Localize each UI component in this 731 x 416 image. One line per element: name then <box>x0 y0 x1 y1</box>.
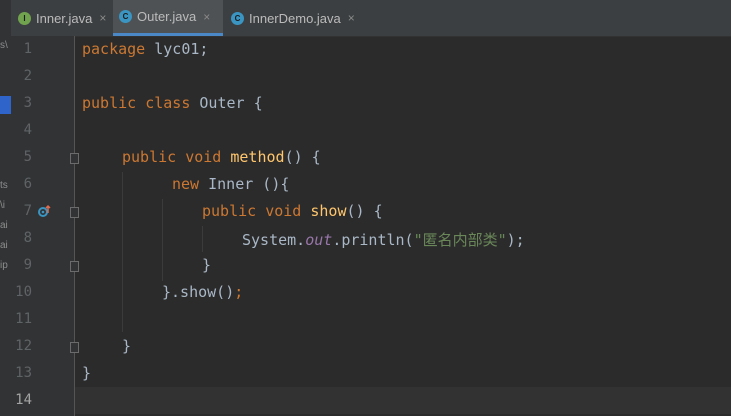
static-field: out <box>305 231 333 249</box>
editor-tab-bar: I Inner.java × C Outer.java × C InnerDem… <box>0 0 731 37</box>
code-line[interactable]: } <box>122 337 131 355</box>
code-text: } <box>82 364 92 382</box>
indent-guide <box>122 172 123 332</box>
code-line[interactable]: new Inner (){ <box>172 175 289 193</box>
code-line[interactable]: package lyc01; <box>82 40 208 58</box>
semicolon: ; <box>234 283 244 301</box>
line-number: 12 <box>15 338 32 354</box>
code-text: Inner (){ <box>199 175 290 193</box>
code-text: }.show() <box>162 283 235 301</box>
interface-icon: I <box>18 11 31 25</box>
line-number: 9 <box>23 257 32 273</box>
fold-marker[interactable] <box>70 342 79 353</box>
fold-marker[interactable] <box>70 207 79 218</box>
method-name: show <box>310 202 347 220</box>
line-number: 10 <box>15 284 32 300</box>
line-number: 5 <box>23 149 32 165</box>
line-number: 11 <box>15 311 32 327</box>
code-text: lyc01; <box>145 40 209 58</box>
close-icon[interactable]: × <box>348 11 355 25</box>
gutter-divider <box>74 36 75 416</box>
line-number: 3 <box>23 95 32 111</box>
tab-bar-left-edge <box>0 0 11 36</box>
implements-method-icon[interactable] <box>37 204 51 218</box>
code-text: ); <box>506 231 525 249</box>
tab-outer-java[interactable]: C Outer.java × <box>113 0 223 36</box>
code-text: } <box>122 337 132 355</box>
close-icon[interactable]: × <box>99 11 106 25</box>
code-text: () { <box>346 202 383 220</box>
close-icon[interactable]: × <box>203 10 210 24</box>
code-text: System. <box>242 231 306 249</box>
keyword: package <box>82 40 146 58</box>
line-number: 7 <box>23 203 32 219</box>
line-number: 8 <box>23 230 32 246</box>
keyword: public void <box>122 148 222 166</box>
code-text: () { <box>284 148 321 166</box>
line-number: 6 <box>23 176 32 192</box>
keyword: public class <box>82 94 191 112</box>
indent-guide <box>202 226 203 252</box>
editor-gutter[interactable] <box>11 36 74 416</box>
line-number: 2 <box>23 68 32 84</box>
line-number: 4 <box>23 122 32 138</box>
string-literal: "匿名内部类" <box>413 231 507 249</box>
line-number: 13 <box>15 365 32 381</box>
runnable-class-icon: C <box>231 11 244 25</box>
tab-inner-java[interactable]: I Inner.java × <box>12 0 112 36</box>
keyword: public void <box>202 202 302 220</box>
current-line-highlight <box>75 387 731 414</box>
code-line[interactable]: public void method() { <box>122 148 321 166</box>
code-line[interactable]: } <box>82 364 91 382</box>
code-text: Outer { <box>190 94 263 112</box>
tab-label: Outer.java <box>137 9 197 24</box>
code-text: } <box>202 256 212 274</box>
fold-marker[interactable] <box>70 153 79 164</box>
code-text: .println( <box>332 231 414 249</box>
tab-label: InnerDemo.java <box>249 10 341 26</box>
line-number: 1 <box>23 41 32 57</box>
code-line[interactable]: public class Outer { <box>82 94 263 112</box>
code-line[interactable]: } <box>202 256 211 274</box>
indent-guide <box>162 199 163 281</box>
project-panel-edge: s\ ts \i ai ai ip <box>0 36 11 416</box>
class-icon: C <box>119 10 132 23</box>
line-number: 14 <box>15 392 32 408</box>
keyword: new <box>172 175 200 193</box>
tab-label: Inner.java <box>36 10 93 26</box>
method-name: method <box>230 148 285 166</box>
code-line[interactable]: public void show() { <box>202 202 383 220</box>
tab-innerdemo-java[interactable]: C InnerDemo.java × <box>225 0 365 36</box>
code-line[interactable]: System.out.println("匿名内部类"); <box>242 229 525 250</box>
code-line[interactable]: }.show(); <box>162 283 243 301</box>
fold-marker[interactable] <box>70 261 79 272</box>
